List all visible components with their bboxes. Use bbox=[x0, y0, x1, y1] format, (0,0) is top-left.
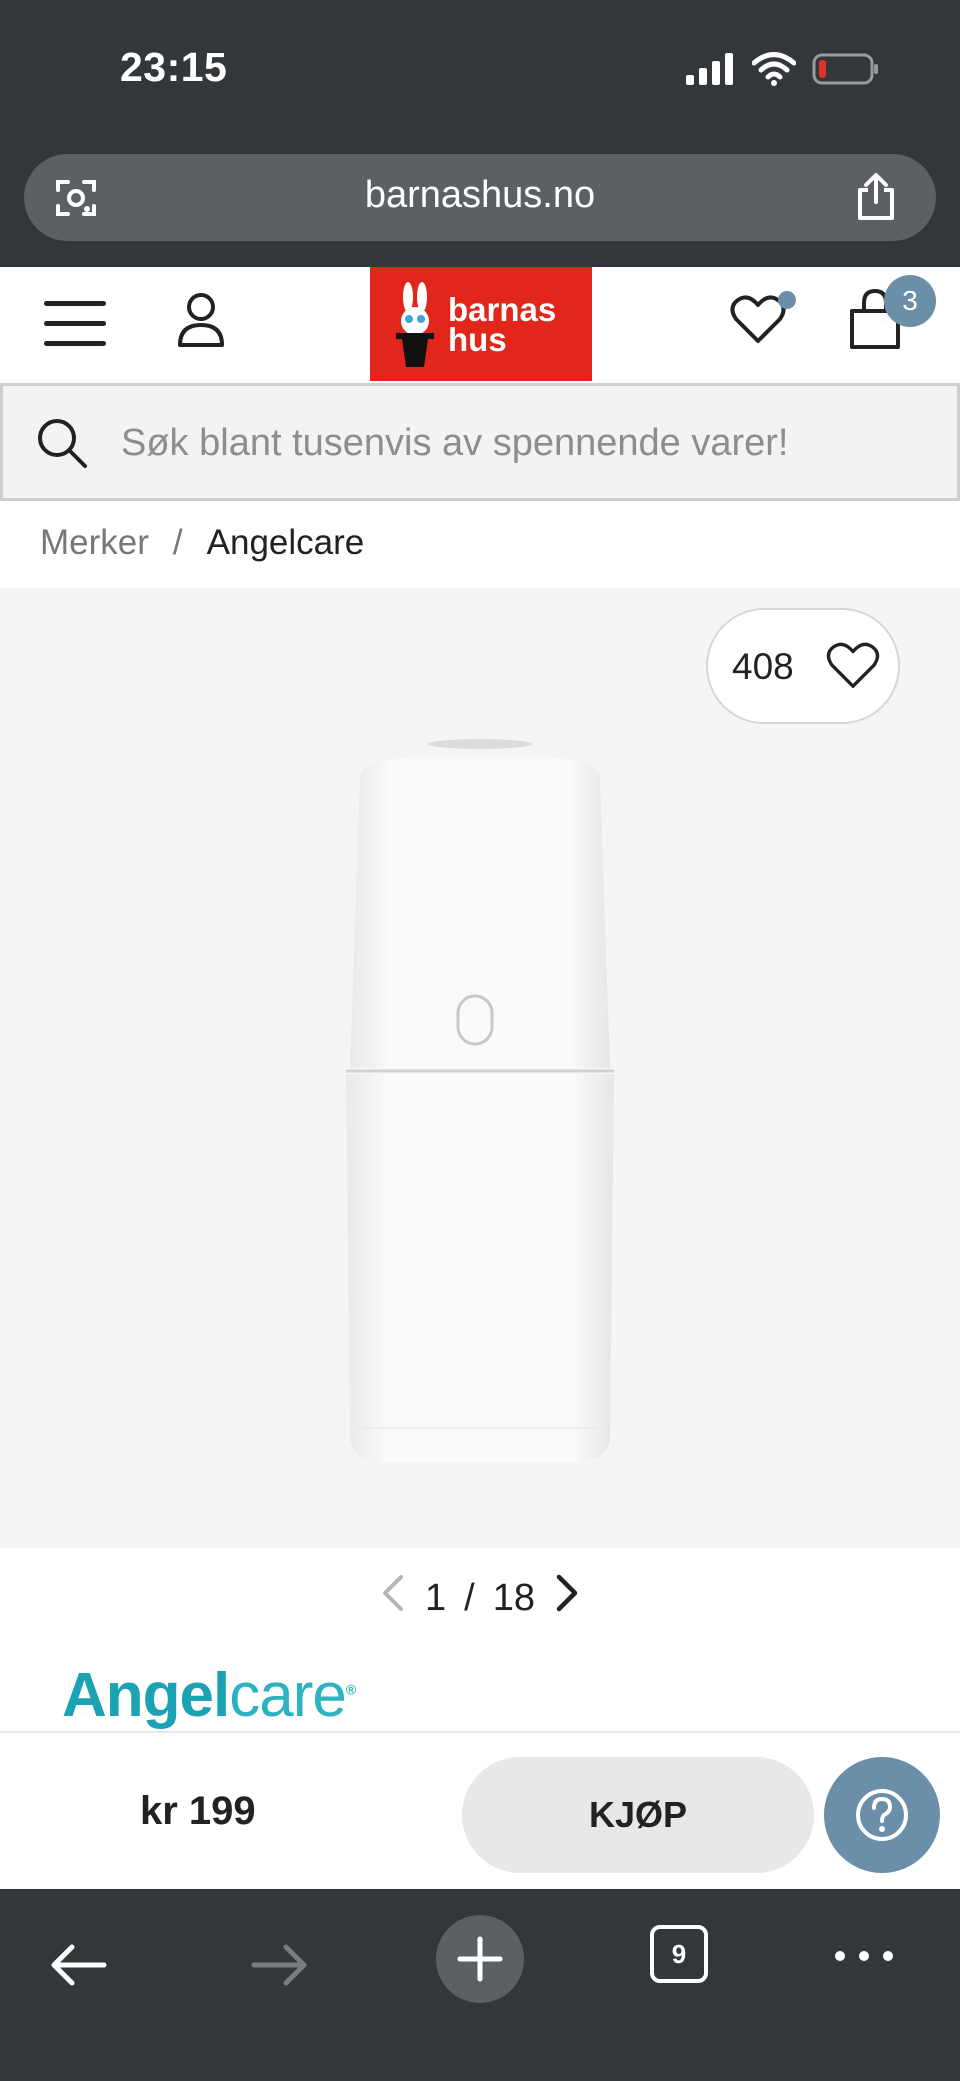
breadcrumb-separator: / bbox=[172, 523, 183, 562]
search-icon bbox=[35, 416, 89, 475]
site-logo[interactable]: barnas hus bbox=[370, 267, 592, 381]
question-icon bbox=[856, 1789, 908, 1841]
buy-bar: kr 199 KJØP bbox=[0, 1731, 960, 1889]
back-arrow-icon[interactable] bbox=[48, 1943, 108, 1992]
user-icon[interactable] bbox=[176, 291, 226, 354]
share-icon[interactable] bbox=[854, 172, 898, 227]
tabs-button[interactable]: 9 bbox=[650, 1925, 708, 1983]
help-button[interactable] bbox=[824, 1757, 940, 1873]
product-gallery[interactable]: 408 bbox=[0, 588, 960, 1548]
brand-registered-mark: ® bbox=[345, 1681, 356, 1698]
logo-line-2: hus bbox=[448, 321, 507, 358]
forward-arrow-icon[interactable] bbox=[250, 1943, 310, 1992]
bunny-logo-icon bbox=[390, 281, 440, 374]
search-input[interactable]: Søk blant tusenvis av spennende varer! bbox=[0, 383, 960, 501]
new-tab-button[interactable] bbox=[436, 1915, 524, 2003]
product-price: kr 199 bbox=[140, 1789, 256, 1833]
heart-icon bbox=[826, 642, 880, 695]
brand-logo[interactable]: Angelcare® bbox=[62, 1660, 356, 1731]
battery-icon bbox=[812, 53, 878, 85]
brand-name-angel: Angel bbox=[62, 1661, 230, 1730]
image-pager: 1 / 18 bbox=[0, 1568, 960, 1628]
chevron-left-icon[interactable] bbox=[379, 1573, 407, 1623]
brand-name-care: care bbox=[229, 1661, 347, 1730]
wifi-icon bbox=[752, 52, 796, 86]
plus-icon bbox=[457, 1936, 503, 1982]
search-placeholder[interactable]: Søk blant tusenvis av spennende varer! bbox=[121, 422, 789, 465]
site-header: barnas hus 3 bbox=[0, 267, 960, 381]
pager-separator: / bbox=[464, 1576, 475, 1619]
cart-badge[interactable]: 3 bbox=[884, 275, 936, 327]
like-count: 408 bbox=[732, 646, 794, 687]
more-dots-icon[interactable] bbox=[834, 1949, 894, 1967]
wishlist-dot bbox=[778, 291, 796, 309]
browser-bottom-toolbar: 9 bbox=[0, 1889, 960, 2081]
url-bar[interactable]: barnashus.no bbox=[24, 154, 936, 241]
heart-icon[interactable] bbox=[730, 295, 786, 350]
product-image bbox=[346, 739, 614, 1462]
breadcrumb-merker[interactable]: Merker bbox=[40, 523, 149, 563]
breadcrumb: Merker / Angelcare bbox=[40, 523, 364, 563]
buy-button[interactable]: KJØP bbox=[462, 1757, 814, 1873]
logo-text: barnas hus bbox=[448, 293, 556, 358]
browser-top-bar: 23:15 barnashus.no bbox=[0, 0, 960, 267]
signal-icon bbox=[686, 53, 733, 85]
pager-total: 18 bbox=[492, 1576, 535, 1619]
menu-icon[interactable] bbox=[44, 301, 108, 347]
like-button[interactable]: 408 bbox=[706, 608, 900, 724]
status-time: 23:15 bbox=[120, 44, 228, 90]
chevron-right-icon[interactable] bbox=[553, 1573, 581, 1623]
status-icons bbox=[686, 52, 880, 86]
breadcrumb-angelcare: Angelcare bbox=[206, 523, 365, 562]
pager-current: 1 bbox=[425, 1576, 447, 1619]
url-text[interactable]: barnashus.no bbox=[24, 174, 936, 217]
